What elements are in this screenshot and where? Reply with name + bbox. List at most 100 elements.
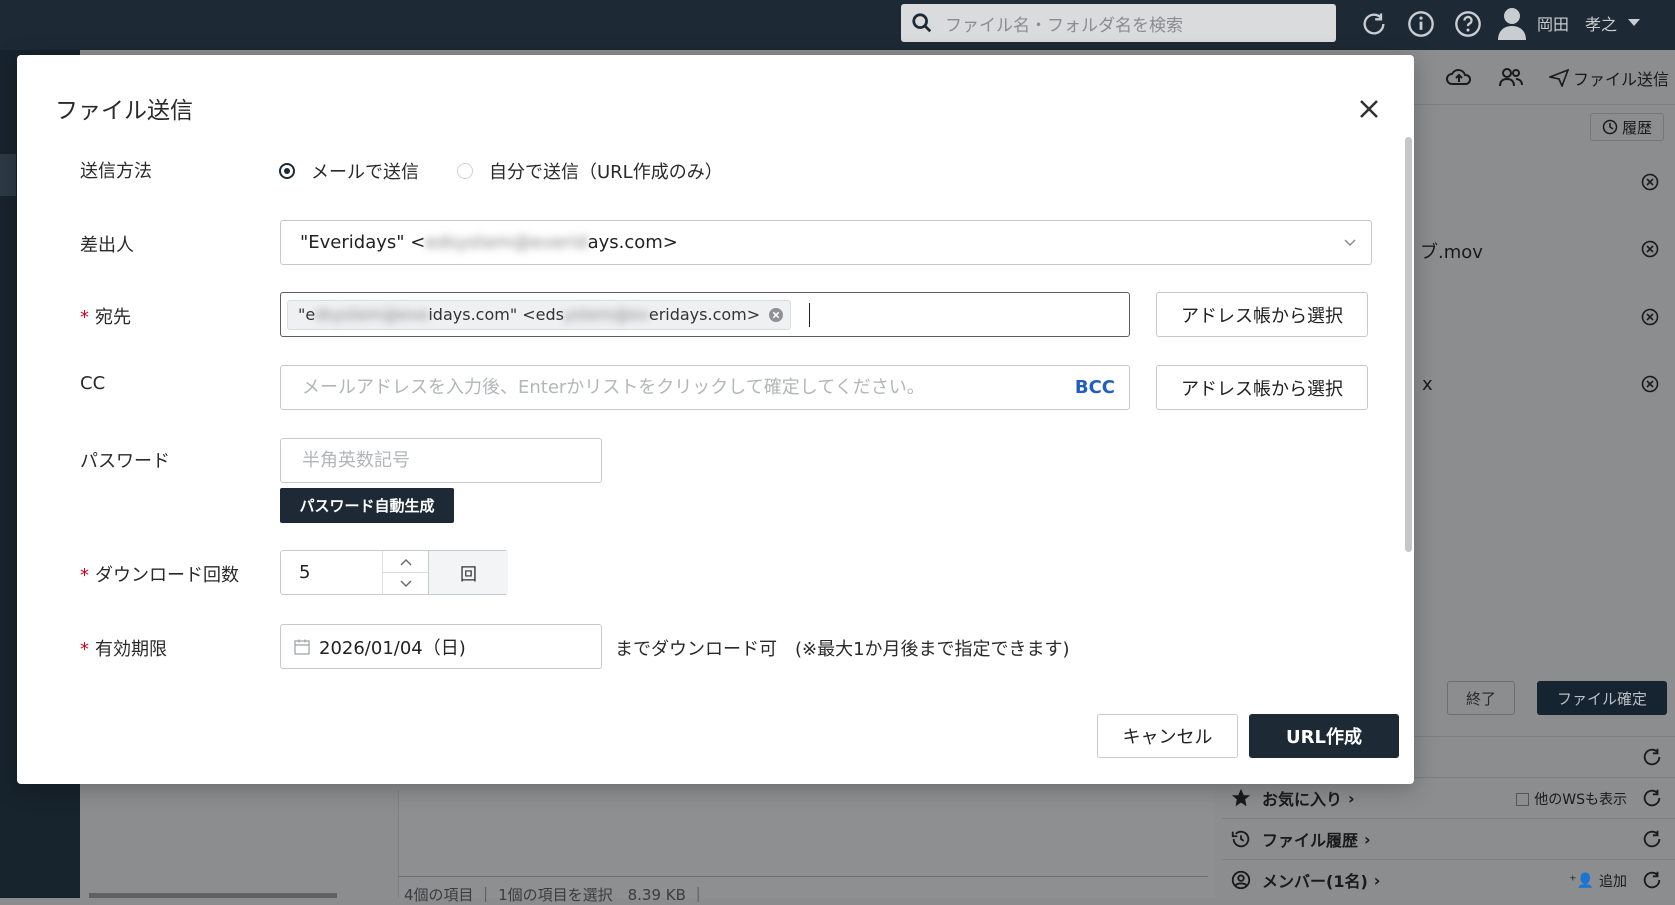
decrement-button[interactable] [383, 573, 429, 594]
chevron-right-icon: › [1348, 788, 1355, 808]
refresh-icon[interactable] [1360, 10, 1388, 38]
generate-password-button[interactable]: パスワード自動生成 [280, 488, 454, 523]
dialog-title: ファイル送信 [55, 98, 193, 124]
cancel-button[interactable]: キャンセル [1097, 714, 1238, 758]
cc-label: CC [80, 373, 106, 394]
add-user-icon: ⁺👤 [1569, 873, 1594, 889]
expiry-label: * 有効期限 [80, 635, 167, 661]
address-book-button-cc[interactable]: アドレス帳から選択 [1156, 365, 1368, 410]
checkbox[interactable] [1516, 792, 1530, 806]
download-count-label: * ダウンロード回数 [80, 561, 239, 587]
sender-select[interactable]: "Everidays" < edsystem@everid ays.com> [280, 220, 1372, 265]
cc-field[interactable]: BCC [280, 365, 1130, 410]
status-bar: 4個の項目 ｜ 1個の項目を選択 8.39 KB ｜ [398, 876, 1208, 905]
send-file-label: ファイル送信 [1573, 70, 1670, 89]
bottom-scrollbar[interactable] [89, 893, 337, 898]
star-icon [1231, 788, 1251, 807]
to-label: * 宛先 [80, 303, 131, 329]
remove-recipient-icon[interactable] [768, 307, 784, 323]
reload-icon[interactable] [1641, 787, 1663, 809]
sender-value-hidden: edsystem@everid [425, 232, 588, 253]
radio-email[interactable] [279, 163, 295, 179]
to-input[interactable]: "e dsystem@eve idays.com" <eds ystem@ev erid… [280, 292, 1130, 337]
add-member-button[interactable]: ⁺👤 追加 [1569, 871, 1627, 891]
text-caret [809, 302, 811, 327]
show-other-ws-label: 他のWSも表示 [1534, 792, 1627, 808]
required-mark: * [80, 565, 89, 586]
chevron-up-icon [400, 558, 412, 565]
send-icon [1549, 69, 1569, 87]
chevron-down-icon [400, 580, 412, 587]
reload-icon[interactable] [1641, 746, 1663, 768]
chevron-down-icon [1344, 239, 1356, 246]
show-other-ws-toggle[interactable]: 他のWSも表示 [1516, 789, 1627, 809]
info-icon[interactable] [1407, 10, 1435, 38]
required-mark: * [80, 639, 89, 660]
bcc-toggle[interactable]: BCC [1075, 377, 1115, 398]
expiry-date-value: 2026/01/04（日) [319, 637, 466, 659]
quantity-stepper [382, 551, 429, 594]
download-count-unit: 回 [428, 551, 508, 594]
left-rail-selected [0, 154, 16, 196]
chevron-right-icon: › [1364, 829, 1371, 849]
to-label-text: 宛先 [95, 307, 131, 328]
reload-icon[interactable] [1641, 869, 1663, 891]
expiry-date-picker[interactable]: 2026/01/04（日) [280, 624, 602, 669]
remove-file-icon[interactable] [1640, 374, 1660, 394]
search-icon [912, 13, 932, 33]
user-circle-icon [1231, 870, 1251, 890]
end-button[interactable]: 終了 [1447, 681, 1515, 715]
send-method-radio-group: メールで送信 自分で送信（URL作成のみ） [279, 158, 761, 184]
members-icon[interactable] [1498, 66, 1524, 88]
help-icon[interactable] [1454, 10, 1482, 38]
calendar-icon [294, 639, 310, 655]
download-count-label-text: ダウンロード回数 [95, 565, 239, 586]
user-name: 岡田 孝之 [1537, 15, 1618, 34]
increment-button[interactable] [383, 551, 429, 573]
confirm-files-button[interactable]: ファイル確定 [1537, 681, 1667, 715]
remove-file-icon[interactable] [1640, 239, 1660, 259]
radio-self[interactable] [457, 163, 473, 179]
create-url-button[interactable]: URL作成 [1249, 714, 1399, 758]
remove-file-icon[interactable] [1640, 307, 1660, 327]
search-placeholder: ファイル名・フォルダ名を検索 [945, 15, 1183, 36]
members-label: メンバー(1名) [1262, 872, 1368, 891]
send-file-button[interactable]: ファイル送信 [1549, 66, 1669, 90]
history-label: 履歴 [1621, 118, 1652, 137]
scrollbar-thumb[interactable] [1405, 137, 1412, 552]
file-history-label: ファイル履歴 [1262, 831, 1359, 850]
download-count-field: 回 [280, 550, 508, 595]
history-button[interactable]: 履歴 [1590, 113, 1664, 141]
reload-icon[interactable] [1641, 828, 1663, 850]
chip-text-1: "e [298, 305, 316, 324]
dialog-scrollbar[interactable] [1403, 135, 1414, 701]
radio-self-label[interactable]: 自分で送信（URL作成のみ） [489, 158, 723, 184]
file-history-row[interactable]: ファイル履歴 › [1222, 818, 1675, 859]
history-icon [1231, 830, 1250, 848]
download-count-input[interactable] [281, 561, 381, 584]
cc-input[interactable] [300, 376, 1004, 399]
chip-hidden-2: ystem@ev [564, 305, 649, 324]
file-name: x [1422, 374, 1433, 395]
chip-hidden-1: dsystem@eve [315, 305, 429, 324]
app-topbar: ファイル名・フォルダ名を検索 岡田 孝之 [0, 0, 1675, 50]
send-method-label: 送信方法 [80, 161, 152, 182]
remove-file-icon[interactable] [1640, 172, 1660, 192]
address-book-button-to[interactable]: アドレス帳から選択 [1156, 292, 1368, 337]
password-input[interactable] [300, 449, 594, 472]
send-file-dialog: ファイル送信 送信方法 メールで送信 自分で送信（URL作成のみ） 差出人 "E… [17, 55, 1414, 784]
file-name: ブ.mov [1420, 242, 1483, 263]
recipient-chip[interactable]: "e dsystem@eve idays.com" <eds ystem@ev erid… [287, 299, 792, 330]
sender-label: 差出人 [80, 235, 134, 256]
close-icon[interactable] [1355, 95, 1383, 123]
sender-value-suffix: ays.com> [587, 232, 678, 253]
avatar-icon [1498, 8, 1526, 40]
password-field[interactable] [280, 438, 602, 483]
cloud-upload-icon[interactable] [1446, 66, 1472, 88]
user-menu[interactable]: 岡田 孝之 [1497, 6, 1641, 40]
status-text: 4個の項目 ｜ 1個の項目を選択 8.39 KB ｜ [404, 886, 706, 904]
radio-email-label[interactable]: メールで送信 [311, 158, 419, 184]
chevron-right-icon: › [1373, 870, 1381, 890]
members-row[interactable]: メンバー(1名) › ⁺👤 追加 [1222, 859, 1675, 900]
search-bar[interactable]: ファイル名・フォルダ名を検索 [901, 4, 1336, 42]
